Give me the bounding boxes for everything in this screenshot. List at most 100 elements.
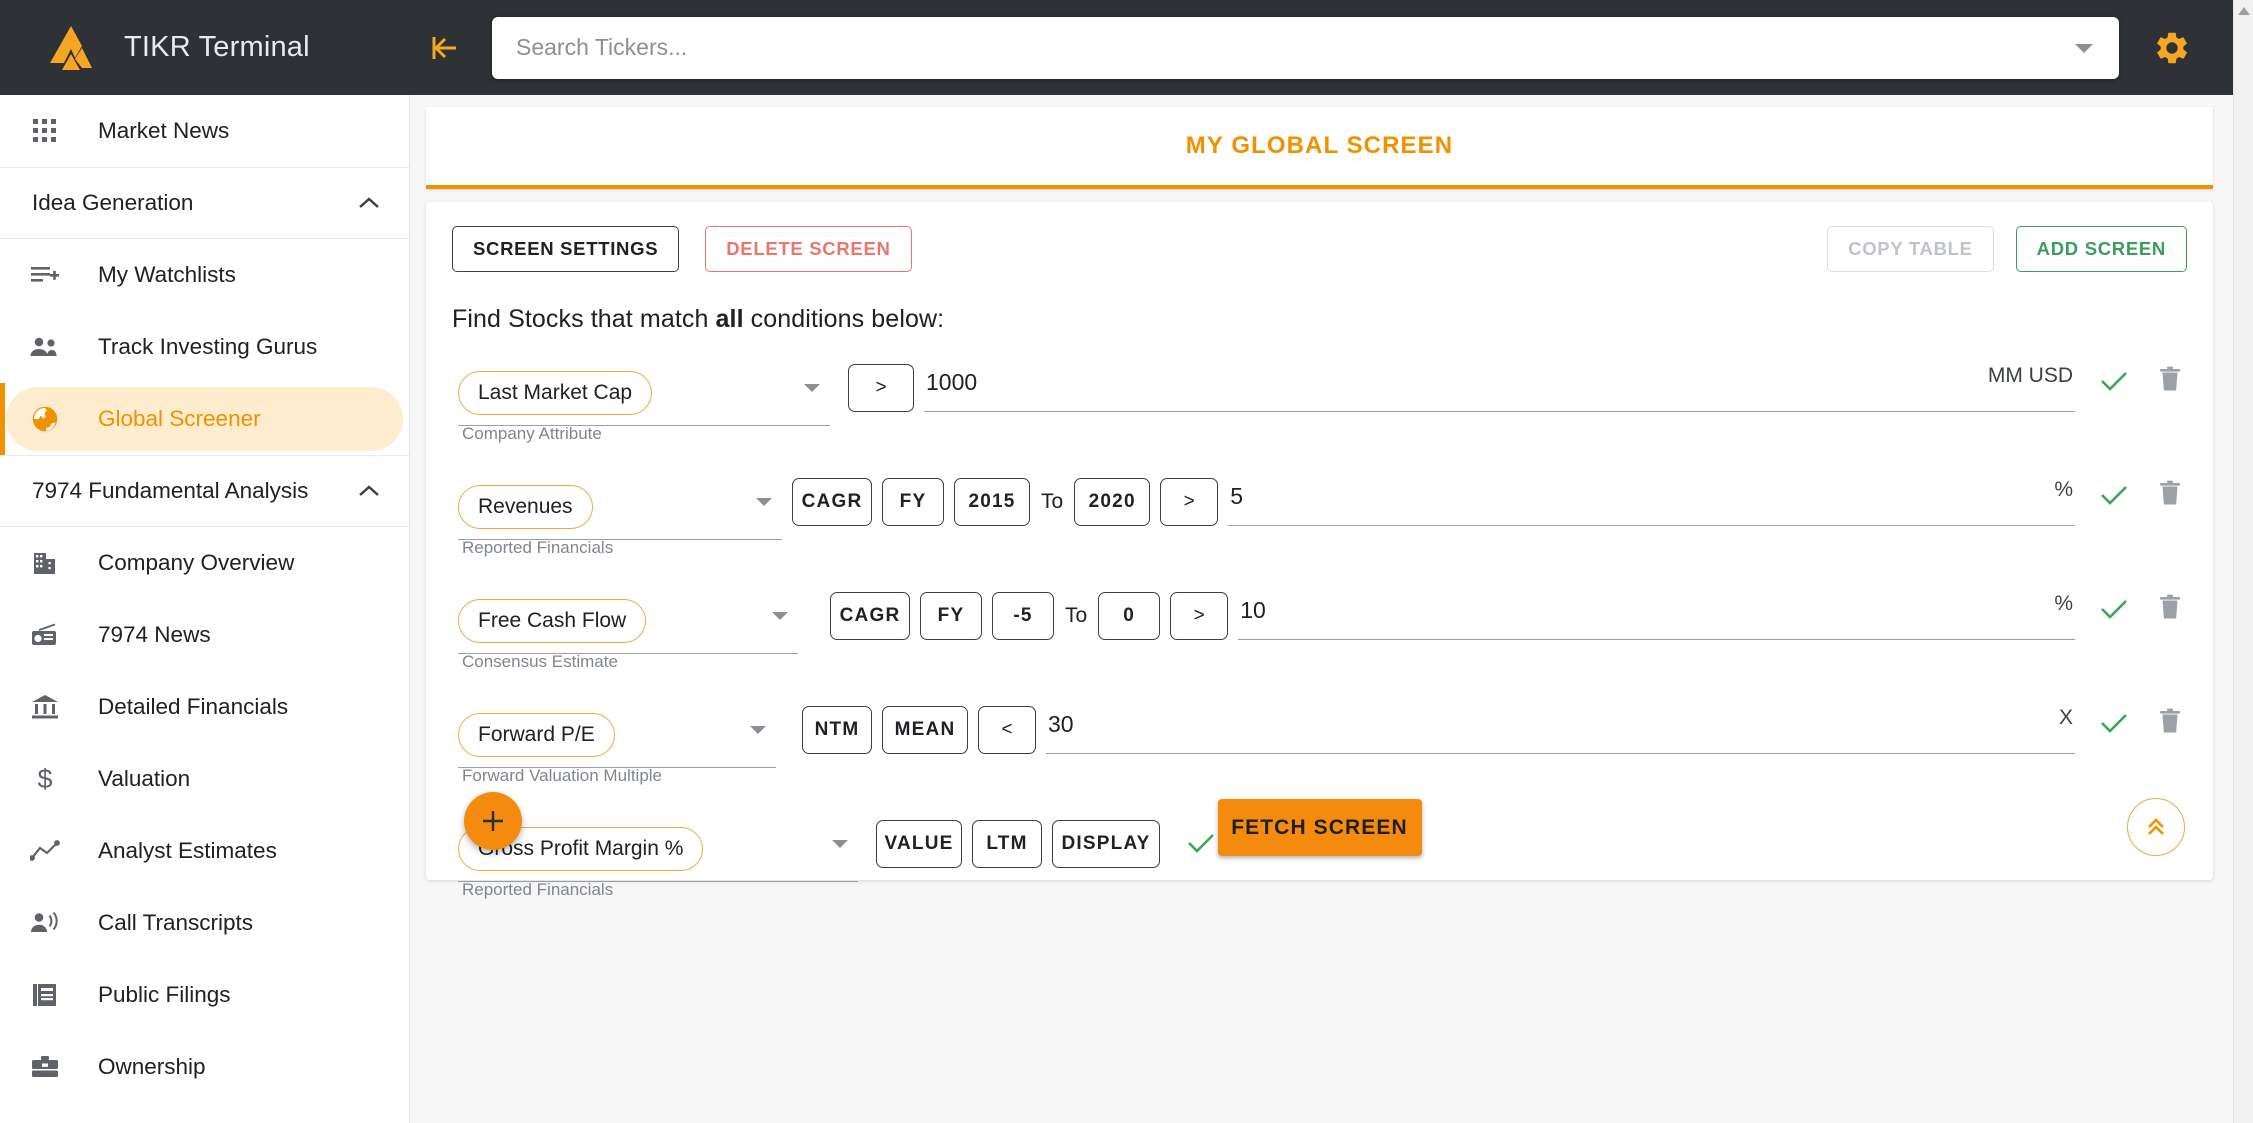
people-icon <box>22 327 68 367</box>
metric-category: Reported Financials <box>462 538 614 557</box>
screen-settings-button[interactable]: SCREEN SETTINGS <box>452 226 680 272</box>
metric-selector[interactable]: Forward P/E <box>458 704 776 768</box>
main-content: MY GLOBAL SCREEN SCREEN SETTINGS DELETE … <box>410 95 2233 1123</box>
chevron-up-icon[interactable] <box>357 196 381 211</box>
value-input[interactable] <box>1048 706 2051 742</box>
estimate-type-button[interactable]: MEAN <box>882 706 968 754</box>
confirm-filter-icon[interactable] <box>2097 484 2131 506</box>
chevron-down-icon[interactable] <box>804 380 820 398</box>
sidebar-item-public-filings[interactable]: Public Filings <box>0 959 409 1031</box>
line-chart-icon <box>22 831 68 871</box>
building-icon <box>22 543 68 583</box>
page-title: MY GLOBAL SCREEN <box>1185 132 1454 159</box>
delete-filter-icon[interactable] <box>2153 366 2187 392</box>
scroll-up-arrow-icon[interactable] <box>2234 0 2253 22</box>
chevron-down-icon[interactable] <box>832 836 848 854</box>
period-start-button[interactable]: -5 <box>992 592 1054 640</box>
sidebar-item-label: My Watchlists <box>98 262 236 287</box>
sidebar-item-label: Detailed Financials <box>98 694 289 719</box>
filter-row: Revenues Reported Financials CAGR FY 201… <box>452 462 2187 557</box>
sidebar-item-label: Valuation <box>98 766 191 791</box>
metric-selector[interactable]: Revenues <box>458 476 782 540</box>
period-type-button[interactable]: LTM <box>972 820 1042 868</box>
sidebar-item-analyst-estimates[interactable]: Analyst Estimates <box>0 815 409 887</box>
period-type-button[interactable]: FY <box>882 478 944 526</box>
tikr-triangle-logo-icon <box>44 24 98 72</box>
aggregation-button[interactable]: CAGR <box>792 478 872 526</box>
period-type-button[interactable]: FY <box>920 592 982 640</box>
period-start-button[interactable]: 2015 <box>954 478 1030 526</box>
metric-chip[interactable]: Last Market Cap <box>458 370 653 415</box>
sidebar-item-company-overview[interactable]: Company Overview <box>0 527 409 599</box>
sidebar-item-my-watchlists[interactable]: My Watchlists <box>0 239 409 311</box>
value-input[interactable] <box>1230 478 2047 514</box>
delete-filter-icon[interactable] <box>2153 594 2187 620</box>
page-scrollbar[interactable] <box>2233 0 2253 1123</box>
aggregation-button[interactable]: CAGR <box>830 592 910 640</box>
sidebar-item-detailed-financials[interactable]: Detailed Financials <box>0 671 409 743</box>
comparator-button[interactable]: < <box>978 706 1036 754</box>
period-type-button[interactable]: NTM <box>802 706 872 754</box>
metric-chip[interactable]: Forward P/E <box>458 712 615 757</box>
chevron-down-icon[interactable] <box>2071 35 2097 61</box>
sidebar-item-news[interactable]: 7974 News <box>0 599 409 671</box>
copy-table-button[interactable]: COPY TABLE <box>1827 226 1994 272</box>
metric-chip[interactable]: Free Cash Flow <box>458 598 647 643</box>
confirm-filter-icon[interactable] <box>1184 832 1218 854</box>
metric-category: Consensus Estimate <box>462 652 618 671</box>
person-speaking-icon <box>22 903 68 943</box>
period-end-button[interactable]: 0 <box>1098 592 1161 640</box>
fetch-screen-button[interactable]: FETCH SCREEN <box>1217 799 1422 856</box>
sidebar-item-market-news[interactable]: Market News <box>0 95 409 167</box>
sidebar-item-label: Market News <box>98 118 230 143</box>
add-screen-button[interactable]: ADD SCREEN <box>2015 226 2187 272</box>
sidebar-item-label: Track Investing Gurus <box>98 334 318 359</box>
sidebar-item-call-transcripts[interactable]: Call Transcripts <box>0 887 409 959</box>
value-field[interactable]: X <box>1046 706 2075 754</box>
playlist-add-icon <box>22 255 68 295</box>
chevron-up-icon[interactable] <box>357 484 381 499</box>
brand-area: TIKR Terminal <box>0 0 410 95</box>
app-title: TIKR Terminal <box>124 31 310 63</box>
display-button[interactable]: DISPLAY <box>1052 820 1160 868</box>
period-end-button[interactable]: 2020 <box>1074 478 1151 526</box>
delete-screen-button[interactable]: DELETE SCREEN <box>705 226 912 272</box>
sidebar-item-track-investing-gurus[interactable]: Track Investing Gurus <box>0 311 409 383</box>
value-field[interactable]: % <box>1228 478 2075 526</box>
sidebar-item-label: Global Screener <box>98 406 261 431</box>
value-input[interactable] <box>1240 592 2047 628</box>
conditions-heading: Find Stocks that match all conditions be… <box>452 305 2187 334</box>
sidebar-item-valuation[interactable]: $ Valuation <box>0 743 409 815</box>
value-mode-button[interactable]: VALUE <box>876 820 962 868</box>
sidebar-item-global-screener[interactable]: Global Screener <box>0 383 409 455</box>
comparator-button[interactable]: > <box>1170 592 1229 640</box>
metric-selector[interactable]: Last Market Cap <box>458 362 830 426</box>
value-input[interactable] <box>926 364 1980 400</box>
unit-label: % <box>2054 592 2073 615</box>
chevron-down-icon[interactable] <box>750 722 766 740</box>
sidebar-item-ownership[interactable]: Ownership <box>0 1031 409 1103</box>
chevron-down-icon[interactable] <box>756 494 772 512</box>
add-filter-button[interactable] <box>464 792 522 850</box>
chevron-down-icon[interactable] <box>772 608 788 626</box>
search-input[interactable] <box>516 16 2071 79</box>
delete-filter-icon[interactable] <box>2153 480 2187 506</box>
sidebar-section-fundamental-analysis[interactable]: 7974 Fundamental Analysis <box>0 455 409 527</box>
settings-gear-icon[interactable] <box>2141 17 2203 79</box>
comparator-button[interactable]: > <box>848 364 914 412</box>
value-field[interactable]: MM USD <box>924 364 2075 412</box>
panel-toolbar: SCREEN SETTINGS DELETE SCREEN COPY TABLE… <box>452 226 2187 272</box>
confirm-filter-icon[interactable] <box>2097 370 2131 392</box>
collapse-sidebar-icon[interactable] <box>416 20 472 76</box>
ticker-search-box[interactable] <box>492 16 2119 79</box>
metric-selector[interactable]: Free Cash Flow <box>458 590 798 654</box>
confirm-filter-icon[interactable] <box>2097 598 2131 620</box>
radio-icon <box>22 615 68 655</box>
sidebar-section-idea-generation[interactable]: Idea Generation <box>0 167 409 239</box>
double-chevron-up-icon[interactable] <box>2127 798 2185 856</box>
metric-chip[interactable]: Revenues <box>458 484 593 529</box>
value-field[interactable]: % <box>1238 592 2075 640</box>
delete-filter-icon[interactable] <box>2153 708 2187 734</box>
confirm-filter-icon[interactable] <box>2097 712 2131 734</box>
comparator-button[interactable]: > <box>1160 478 1219 526</box>
